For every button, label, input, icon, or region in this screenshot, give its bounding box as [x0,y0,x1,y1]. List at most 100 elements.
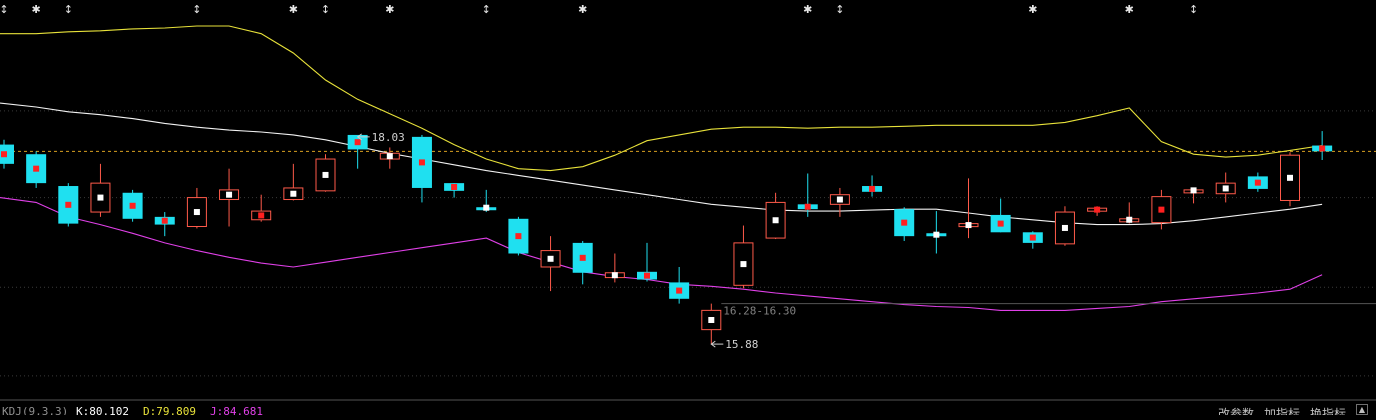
candle[interactable] [476,189,497,213]
candle[interactable] [1247,172,1268,192]
low-price-label: 15.88 [725,338,758,351]
event-marker[interactable]: ↕ [482,3,491,16]
candle-marker [869,185,876,192]
kline-chart[interactable]: ↕ ✱ ↕ ↕ ✱ ↕ ✱ ↕ ✱ ✱ ↕ ✱ ✱ ↕ 18.03 15.88 16.28-16.30 KDJ… [0,0,1376,415]
candle[interactable] [58,183,79,227]
candle[interactable] [379,147,400,169]
candles[interactable] [0,131,1333,345]
candle[interactable] [637,242,657,282]
menu-add-indicator[interactable]: 加指标 [1264,405,1300,415]
k-value: K:80.102 [76,405,129,415]
candle-marker [258,212,265,219]
candle-marker [161,217,168,224]
candle[interactable] [251,194,272,222]
event-marker[interactable]: ↕ [192,3,201,16]
candle[interactable] [604,253,625,283]
candle-marker [226,191,233,198]
candle[interactable] [733,225,754,289]
candle[interactable] [411,134,432,203]
candle[interactable] [444,183,465,198]
candle-marker [193,209,200,216]
candle[interactable] [926,211,947,254]
candle-marker [579,254,586,261]
candle-marker [708,317,715,323]
event-marker[interactable]: ✱ [32,3,41,16]
candle[interactable] [1119,202,1140,224]
candle[interactable] [186,187,207,229]
candle-marker [129,202,136,209]
candle-marker [547,255,554,262]
chevron-up-icon[interactable]: ▲ [1356,404,1368,415]
candle[interactable] [283,163,304,201]
candle[interactable] [219,168,240,227]
grid-lines [0,110,1376,401]
candle-marker [97,194,104,201]
candle[interactable] [1312,131,1333,160]
candle[interactable] [26,151,47,188]
candle[interactable] [540,236,561,292]
candle-marker [354,139,361,146]
candle[interactable] [1022,231,1043,249]
candle-marker [65,201,72,208]
event-marker[interactable]: ↕ [64,3,73,16]
candle-marker [1,151,7,158]
event-marker[interactable]: ↕ [321,3,330,16]
candle-marker [997,220,1004,227]
candle-marker [901,219,908,226]
candle[interactable] [1087,206,1108,216]
event-marker[interactable]: ✱ [385,3,394,16]
candle-marker [1061,224,1068,231]
event-marker[interactable]: ✱ [1028,3,1037,16]
candle[interactable] [862,175,883,197]
candle[interactable] [154,212,175,237]
candle-marker [1029,234,1036,241]
candle[interactable] [1183,187,1204,204]
candle[interactable] [90,163,111,217]
event-marker[interactable]: ✱ [578,3,587,16]
candle-marker [740,261,747,268]
candle[interactable] [572,240,593,285]
event-marker[interactable]: ↕ [0,3,9,16]
candle-marker [451,183,458,190]
candle[interactable] [701,303,722,345]
candle-marker [1319,145,1326,152]
menu-change-params[interactable]: 改参数 [1218,405,1254,415]
candle-marker [676,287,683,294]
event-marker[interactable]: ✱ [803,3,812,16]
menu-switch-indicator[interactable]: 换指标 [1310,405,1346,415]
candle[interactable] [669,266,690,304]
candle-marker [1126,216,1133,223]
candle[interactable] [1280,152,1300,207]
event-markers[interactable]: ↕ ✱ ↕ ↕ ✱ ↕ ✱ ↕ ✱ ✱ ↕ ✱ ✱ ↕ [0,3,1198,16]
candlestick-chart-svg[interactable]: ↕ ✱ ↕ ↕ ✱ ↕ ✱ ↕ ✱ ✱ ↕ ✱ ✱ ↕ 18.03 15.88 16.28-16.30 [0,0,1376,415]
candle[interactable] [315,154,336,192]
event-marker[interactable]: ↕ [1189,3,1198,16]
j-value: J:84.681 [210,405,263,415]
candle-marker [290,190,297,197]
candle[interactable] [508,216,529,256]
candle-marker [772,217,779,224]
upper-band-line [0,25,1323,172]
candle-marker [1254,179,1261,186]
candle[interactable] [765,192,786,240]
event-marker[interactable]: ✱ [1125,3,1134,16]
event-marker[interactable]: ↕ [835,3,844,16]
event-marker[interactable]: ✱ [289,3,298,16]
candle[interactable] [122,189,143,222]
candle[interactable] [958,178,979,239]
candle[interactable] [894,207,915,241]
candle-marker [1094,206,1101,213]
candle-marker [611,272,618,279]
high-price-label: 18.03 [372,131,405,144]
candle-marker [965,222,972,229]
candle[interactable] [990,198,1011,233]
indicator-name[interactable]: KDJ(9,3,3) [2,405,68,415]
candle-marker [33,165,40,172]
candle-marker [804,203,811,210]
candle-marker [1222,185,1229,192]
candle[interactable] [829,187,850,217]
candle[interactable] [0,139,14,169]
candle-marker [933,231,940,238]
range-label: 16.28-16.30 [723,305,796,318]
candle[interactable] [1054,206,1075,246]
